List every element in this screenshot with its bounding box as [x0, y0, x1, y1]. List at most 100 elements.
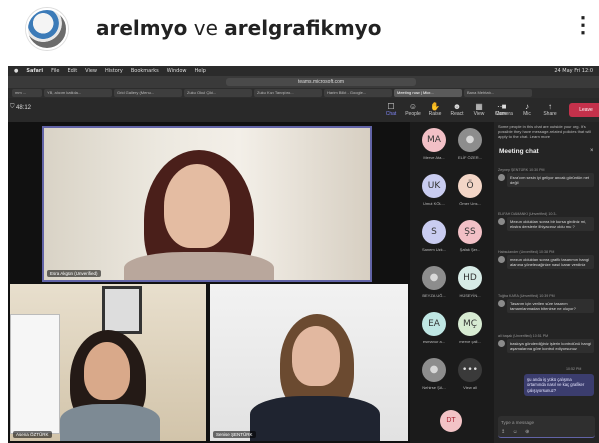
mac-menu-item[interactable]: View	[85, 68, 97, 74]
account-avatar[interactable]	[26, 8, 68, 50]
share-icon: ↑	[548, 102, 552, 111]
menu-items: Safari File Edit View History Bookmarks Window…	[26, 68, 214, 74]
toolbar-label: View	[473, 111, 485, 117]
participant-avatar[interactable]: EA	[422, 312, 446, 336]
person-icon: ●	[429, 364, 439, 375]
participant-name: Umut KÖL...	[422, 201, 445, 206]
toolbar-label: React	[450, 111, 464, 117]
react-icon: ☻	[452, 102, 462, 111]
message-text: Mezun oldukları sonra bir kursa girdiniz…	[507, 217, 594, 231]
video-tile-bottom-left[interactable]: Asena ÖZTÜRK	[10, 284, 206, 441]
chat-message: Tuğba KARA (Unverified) 10:39 PM Tasarım …	[498, 294, 594, 313]
author-arelmyo[interactable]: arelmyo	[96, 16, 187, 40]
leave-button[interactable]: Leave	[569, 103, 599, 117]
toolbar-camera-button[interactable]: ■ Camera	[493, 102, 515, 117]
toolbar-mic-button[interactable]: ♪ Mic	[516, 102, 538, 117]
browser-tab[interactable]: YB, alıcım katkıla...	[44, 89, 112, 97]
participant-avatar[interactable]: ●	[422, 266, 446, 290]
self-view-avatar[interactable]: DT	[440, 410, 462, 432]
toolbar-view-button[interactable]: ▦ View	[468, 102, 490, 117]
camera-icon: ■	[501, 102, 507, 111]
chat-icon: ☐	[387, 102, 395, 111]
sender-avatar	[498, 300, 505, 307]
mac-menu-item[interactable]: History	[105, 68, 123, 74]
participant-avatar[interactable]: MA	[422, 128, 446, 152]
person-icon: ●	[465, 134, 475, 145]
participant-name: merve çali...	[459, 339, 481, 344]
participant-name: HÜSEYİN...	[459, 293, 481, 298]
mac-menu-item[interactable]: File	[51, 68, 59, 74]
people-icon: ☺	[408, 102, 418, 111]
video-tile-bottom-right[interactable]: Senise ŞENTÜRK	[210, 284, 408, 441]
participant-avatar[interactable]: S	[422, 220, 446, 244]
browser-tab[interactable]: Zuku Kızı Tanıştıro...	[254, 89, 322, 97]
browser-tab[interactable]: Zuku Okul Çiki...	[184, 89, 252, 97]
mac-menu-item[interactable]: Window	[167, 68, 187, 74]
participant-name: esmanur a...	[422, 339, 446, 344]
main-video-name: Esra Akgün (Unverified)	[47, 270, 101, 277]
person-icon: ●	[429, 272, 439, 283]
safari-toolbar: teams.microsoft.com	[8, 76, 599, 88]
participant-avatar[interactable]: UK	[422, 174, 446, 198]
participant-face	[292, 326, 340, 386]
own-message-bubble: şu anda iş yükü çalışma ortamında nasıl …	[524, 374, 594, 397]
message-text: Esra'cım sesin iyi geliyor ancak görüntü…	[507, 173, 594, 187]
participant-body	[60, 404, 160, 441]
toolbar-react-button[interactable]: ☻ React	[446, 102, 468, 117]
toolbar-share-button[interactable]: ↑ Share	[539, 102, 561, 117]
message-meta: Habsulander (Unverified) 10:38 PM	[498, 250, 555, 254]
participant-name: View all	[463, 385, 477, 390]
browser-tab[interactable]: Meeting now | Micr...	[394, 89, 462, 97]
participant-body	[250, 396, 380, 441]
participant-name: Nehirse ŞA...	[422, 385, 446, 390]
external-org-notice: Some people in this chat are outside you…	[498, 124, 591, 139]
message-text: mezun olduktan sonra grafik tasarımın ha…	[507, 255, 594, 269]
browser-tab[interactable]: Bana Mehtatı...	[464, 89, 532, 97]
meeting-timer: 48:12	[16, 105, 32, 111]
message-compose-box[interactable]: Type a message ↥ ☺ ⊕	[498, 416, 595, 438]
tab-bar: mm ... YB, alıcım katkıla... Grid Gallery…	[8, 88, 599, 98]
mac-menu-item[interactable]: Edit	[67, 68, 77, 74]
speaker-body	[124, 252, 274, 280]
toolbar-raise-button[interactable]: ✋ Raise	[424, 102, 446, 117]
chat-message: ELİFAH DAMANKI (Unverified) 10:3.. Mezun …	[498, 212, 594, 231]
main-video-tile[interactable]: Esra Akgün (Unverified)	[42, 126, 372, 282]
participant-avatar[interactable]: HD	[458, 266, 482, 290]
mac-menu-item[interactable]: Bookmarks	[131, 68, 159, 74]
clock: 24 May Fri 12:0	[554, 68, 593, 74]
participant-avatar[interactable]: Ö	[458, 174, 482, 198]
mac-menu-item[interactable]: Safari	[26, 68, 43, 74]
participant-avatar[interactable]: ●	[422, 358, 446, 382]
toolbar-label: Mic	[523, 111, 531, 117]
participant-roster: DT MA Merve Ata... ● ELİF ÖZER... UK Umut KÖL…	[410, 122, 494, 443]
participant-name: Şafak Şer...	[459, 247, 481, 252]
toolbar-label: People	[405, 111, 421, 117]
author-arelgrafikmyo[interactable]: arelgrafikmyo	[224, 16, 381, 40]
post-authors: arelmyo ve arelgrafikmyo	[96, 16, 381, 40]
toolbar-people-button[interactable]: ☺ People	[402, 102, 424, 117]
mic-icon: ♪	[525, 102, 529, 111]
sender-avatar	[498, 218, 505, 225]
video-stage: Esra Akgün (Unverified) Asena ÖZTÜRK Sen…	[8, 122, 410, 443]
close-chat-icon[interactable]: ×	[590, 148, 594, 154]
message-meta: ELİFAH DAMANKI (Unverified) 10:3..	[498, 212, 558, 216]
more-options-icon[interactable]: ⋮	[572, 14, 594, 36]
browser-tab[interactable]: Grid Gallery (Menu...	[114, 89, 182, 97]
participant-avatar[interactable]: ●	[458, 128, 482, 152]
participant-avatar[interactable]: MÇ	[458, 312, 482, 336]
mac-menu-item[interactable]: Help	[194, 68, 205, 74]
browser-tab[interactable]: mm ...	[12, 89, 42, 97]
chat-message: Zeynep ŞENTÜRK 10:30 PM Esra'cım sesin iy…	[498, 168, 594, 187]
message-meta: Tuğba KARA (Unverified) 10:39 PM	[498, 294, 555, 298]
participant-avatar[interactable]: ŞS	[458, 220, 482, 244]
compose-icons[interactable]: ↥ ☺ ⊕	[501, 429, 532, 435]
sender-avatar	[498, 256, 505, 263]
participant-name: ELİF ÖZER...	[457, 155, 482, 160]
chat-title: Meeting chat	[499, 148, 539, 155]
toolbar-chat-button[interactable]: ☐ Chat	[380, 102, 402, 117]
participant-avatar[interactable]: •••	[458, 358, 482, 382]
address-bar[interactable]: teams.microsoft.com	[226, 78, 416, 86]
apple-icon[interactable]: ●	[14, 68, 18, 74]
browser-tab[interactable]: Harim Bilkt - Google...	[324, 89, 392, 97]
participant-face	[84, 342, 130, 400]
